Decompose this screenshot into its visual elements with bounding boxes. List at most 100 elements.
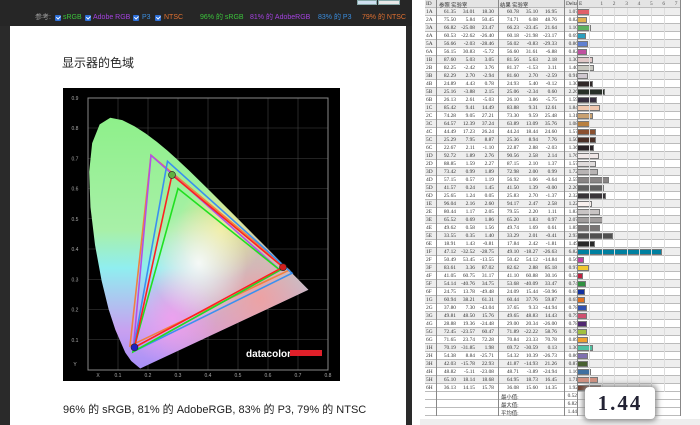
cell-delta-e: 1.57 [568,129,578,135]
cell-ref-l: 96.04 [443,201,456,207]
table-row: 4E 49.62 0.58 1.56 49.74 1.69 0.61 1.85 [425,224,680,232]
cell-ref-b: 34.75 [481,281,494,287]
delta-e-bar [577,121,591,127]
cell-ref-a: -31.85 [461,345,475,351]
cell-res-l: 36.08 [506,385,519,391]
cell-res-b: 1.11 [547,209,557,215]
cell-id: 3C [426,121,433,127]
cell-ref-l: 41.57 [443,185,456,191]
legend-ntsc: NTSC [164,14,184,21]
cell-id: 1E [426,201,432,207]
cell-ref-l: 18.91 [443,241,456,247]
cell-delta-e: 0.56 [568,257,578,263]
cell-id: 6B [426,97,433,103]
cell-ref-b: -23.08 [480,369,494,375]
datacolor-logo-bar [290,350,322,356]
cell-res-a: 2.00 [528,169,538,175]
cell-ref-b: 1.86 [484,217,494,223]
cell-res-l: 17.84 [506,241,519,247]
cell-ref-b: 72.28 [481,337,494,343]
cell-res-a: -18.27 [524,249,538,255]
cell-delta-e: 1.16 [568,369,578,375]
summary-value: 1.44 [567,409,577,415]
table-row: 2B 82.25 -2.42 3.76 81.37 -1.53 3.11 1.40 [425,64,680,72]
cell-id: 4G [426,321,433,327]
cell-ref-l: 22.67 [443,145,456,151]
table-row: 3A 66.82 -25.08 23.47 66.23 -23.45 21.64 1.10 [425,24,680,32]
cell-ref-b: 60.47 [481,329,494,335]
cell-res-l: 26.10 [506,97,519,103]
cell-delta-e: 0.65 [568,289,578,295]
cell-id: 6E [426,241,432,247]
cell-ref-a: 0.35 [465,233,475,239]
cell-id: 6C [426,145,433,151]
checkbox-adobergb[interactable] [85,14,91,21]
cell-ref-b: 31.17 [481,273,494,279]
cell-id: 1A [426,9,433,15]
cell-ref-a: -40.76 [461,281,475,287]
delta-e-bar [577,233,614,239]
cell-ref-a: 5.03 [465,57,475,63]
x-tick-label: X [96,373,100,379]
view-tab-2[interactable] [378,0,400,5]
table-row: 5B 25.16 -3.88 2.15 25.06 -2.34 0.60 2.26 [425,88,680,96]
cell-res-b: 16.95 [544,9,557,15]
view-tab-1[interactable] [357,0,377,5]
delta-e-bar [577,377,599,383]
cell-delta-e: 1.10 [568,25,578,31]
delta-e-bar [577,57,594,63]
cell-res-a: -40.09 [524,281,538,287]
cell-res-b: -5.75 [545,97,557,103]
cell-ref-a: -2.42 [463,65,475,71]
delta-e-bar [577,313,587,319]
table-row: 5H 65.10 18.14 18.68 64.95 18.73 16.45 1.71 [425,376,680,384]
cell-ref-b: -43.04 [480,305,494,311]
cell-id: 1H [426,345,433,351]
cell-res-a: 2.01 [528,233,538,239]
cell-ref-b: -5.72 [482,49,494,55]
delta-e-bar [577,9,591,15]
cell-res-l: 70.84 [506,337,519,343]
cell-res-b: 1.37 [547,161,557,167]
cell-res-l: 60.78 [506,9,519,15]
delta-e-bar [577,361,588,367]
cell-ref-a: -15.78 [461,361,475,367]
checkbox-ntsc[interactable] [155,14,161,21]
cell-res-a: -1.53 [526,65,538,71]
delta-e-bar [577,297,586,303]
cell-res-b: 33.47 [544,281,557,287]
cell-res-l: 53.68 [506,281,519,287]
cell-res-b: 16.45 [544,377,557,383]
cell-res-l: 24.09 [506,289,519,295]
cell-ref-b: 37.24 [481,121,494,127]
table-row: 4F 41.05 60.75 31.17 41.10 60.88 30.16 0.52 [425,272,680,280]
cell-ref-l: 65.52 [443,217,456,223]
axis-tick-label: 6 [662,1,666,7]
cell-id: 2F [426,257,432,263]
cell-ref-a: -5.11 [463,369,475,375]
cell-res-l: 74.71 [506,17,519,23]
cell-res-l: 64.95 [506,377,519,383]
cell-ref-b: 2.15 [484,89,494,95]
cell-res-a: 20.34 [525,321,538,327]
x-tick-label: 0.3 [175,373,182,379]
cell-res-b: -29.33 [543,41,557,47]
cell-id: 1C [426,105,433,111]
bar-gridline [626,8,628,392]
cell-ref-b: -28.75 [480,249,494,255]
delta-e-bar [577,17,588,23]
cell-ref-b: 50.45 [481,17,494,23]
checkbox-p3[interactable] [133,14,139,21]
x-tick-label: 0.7 [295,373,302,379]
checkbox-srgb[interactable] [55,14,61,21]
cell-delta-e: 2.32 [568,193,578,199]
cell-delta-e: 6.82 [568,249,578,255]
cell-res-a: -21.98 [524,33,538,39]
cell-id: 5C [426,137,433,143]
cell-ref-b: 1.40 [484,233,494,239]
axis-tick-label: 4 [637,1,641,7]
cell-delta-e: 1.49 [568,241,578,247]
cell-ref-a: 2.70 [465,73,475,79]
cell-res-b: 35.76 [544,121,557,127]
cell-ref-b: -28.46 [480,41,494,47]
